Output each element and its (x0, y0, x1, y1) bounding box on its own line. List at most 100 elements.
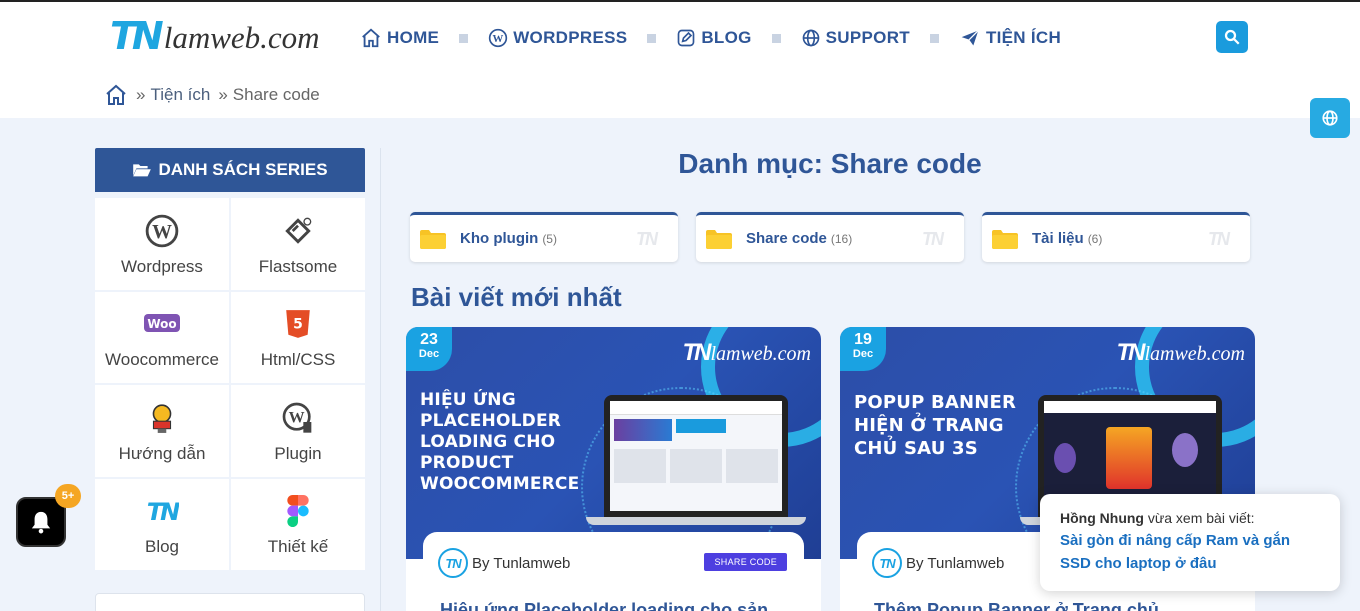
breadcrumb-tien-ich[interactable]: Tiện ích (150, 85, 210, 105)
series-item-label: Hướng dẫn (118, 443, 206, 463)
category-card-kho-plugin[interactable]: Kho plugin (5) TN (410, 212, 678, 262)
post-thumbnail[interactable]: 23 Dec TN lamweb.com HIỆU ỨNG PLACEHOLDE… (406, 327, 821, 559)
post-author[interactable]: TN By Tunlamweb (872, 548, 1004, 578)
series-item-wordpress[interactable]: W Wordpress (95, 198, 229, 290)
site-header: TN lamweb.com HOME W WORDPRESS BLOG SUPP… (0, 0, 1360, 118)
post-card[interactable]: 23 Dec TN lamweb.com HIỆU ỨNG PLACEHOLDE… (406, 327, 821, 611)
breadcrumb-separator: » (218, 85, 228, 104)
series-item-label: Html/CSS (260, 350, 336, 370)
nav-wordpress[interactable]: W WORDPRESS (488, 28, 627, 48)
toast-message: Hồng Nhung vừa xem bài viết: (1060, 510, 1320, 526)
category-name: Tài liệu (1032, 230, 1084, 247)
nav-separator (929, 33, 939, 43)
toast-action: vừa xem bài viết: (1143, 510, 1255, 526)
series-grid: W Wordpress Flastsome Woo Woocommerce 5 … (95, 198, 365, 570)
series-item-huong-dan[interactable]: Hướng dẫn (95, 385, 229, 477)
post-title[interactable]: Thêm Popup Banner ở Trang chủ (874, 600, 1159, 611)
tn-icon: TN (147, 498, 179, 524)
category-card-tai-lieu[interactable]: Tài liệu (6) TN (982, 212, 1250, 262)
series-item-blog[interactable]: TN Blog (95, 478, 229, 570)
wordpress-icon: W (145, 214, 179, 248)
category-card-share-code[interactable]: Share code (16) TN (696, 212, 964, 262)
nav-wordpress-label: WORDPRESS (513, 28, 628, 47)
breadcrumb-separator: » (136, 85, 146, 104)
series-item-thiet-ke[interactable]: Thiết kế (231, 478, 365, 570)
search-icon (1224, 29, 1240, 45)
category-name: Share code (746, 230, 827, 247)
date-month: Dec (852, 348, 874, 360)
laptop-illustration (604, 395, 788, 517)
thumbnail-logo-text: lamweb.com (1144, 343, 1245, 365)
nav-separator (459, 33, 469, 43)
wordpress-icon: W (489, 28, 508, 48)
category-watermark: TN (922, 229, 944, 249)
language-button[interactable] (1310, 98, 1350, 138)
breadcrumb: » Tiện ích » Share code (104, 83, 320, 107)
nav-support[interactable]: SUPPORT (801, 28, 910, 48)
svg-text:W: W (289, 409, 305, 426)
thumbnail-logo-text: lamweb.com (710, 343, 811, 365)
post-tag[interactable]: SHARE CODE (704, 553, 787, 571)
post-author[interactable]: TN By Tunlamweb (438, 548, 570, 578)
plugin-icon: W (282, 402, 312, 433)
thumbnail-logo-mark: TN (1116, 339, 1145, 366)
site-logo[interactable]: TN lamweb.com (110, 16, 320, 56)
nav-support-label: SUPPORT (825, 28, 910, 47)
date-badge: 23 Dec (406, 327, 452, 371)
thumbnail-logo: TN lamweb.com (682, 339, 811, 366)
home-icon[interactable] (104, 83, 128, 107)
category-count: (5) (542, 231, 557, 246)
series-item-label: Plugin (274, 443, 322, 463)
series-item-label: Wordpress (121, 256, 203, 276)
category-count: (6) (1087, 231, 1103, 246)
svg-text:W: W (493, 33, 504, 45)
svg-text:W: W (152, 221, 172, 243)
date-day: 19 (854, 331, 872, 348)
laptop-base (586, 517, 806, 525)
svg-text:5: 5 (293, 317, 303, 333)
sidebar-widget (95, 593, 365, 611)
nav-blog-label: BLOG (701, 28, 752, 47)
bell-icon (31, 511, 51, 534)
toast-post-link[interactable]: Sài gòn đi nâng cấp Ram và gắn SSD cho l… (1060, 529, 1320, 575)
author-name: By Tunlamweb (906, 554, 1005, 572)
post-title[interactable]: Hiệu ứng Placeholder loading cho sản (440, 600, 768, 611)
thumbnail-logo: TN lamweb.com (1116, 339, 1245, 366)
globe-icon (1322, 110, 1338, 126)
nav-separator (771, 33, 781, 43)
nav-tien-ich[interactable]: TIỆN ÍCH (959, 28, 1061, 48)
logo-mark: TN (110, 14, 164, 58)
globe-icon (802, 29, 820, 47)
thumbnail-logo-mark: TN (682, 339, 711, 366)
folder-open-icon (133, 164, 152, 177)
svg-text:Woo: Woo (147, 317, 176, 331)
category-count: (16) (830, 231, 853, 246)
svg-text:TN: TN (147, 498, 179, 524)
sidebar-divider (380, 148, 381, 611)
bulb-icon (152, 404, 172, 433)
folder-icon (992, 229, 1018, 249)
main-nav: HOME W WORDPRESS BLOG SUPPORT TIỆN ÍCH (360, 24, 1061, 52)
folder-icon (706, 229, 732, 249)
section-title: Bài viết mới nhất (411, 282, 622, 312)
folder-icon (420, 229, 446, 249)
series-item-plugin[interactable]: W Plugin (231, 385, 365, 477)
figma-icon (287, 495, 309, 528)
series-item-woocommerce[interactable]: Woo Woocommerce (95, 291, 229, 383)
thumbnail-title: POPUP BANNER HIỆN Ở TRANG CHỦ SAU 3S (854, 392, 1017, 459)
series-item-label: Flastsome (258, 256, 338, 276)
notification-badge: 5+ (55, 484, 81, 508)
home-icon (362, 28, 380, 48)
nav-blog[interactable]: BLOG (676, 28, 751, 48)
nav-tien-ich-label: TIỆN ÍCH (985, 28, 1062, 47)
series-item-html-css[interactable]: 5 Html/CSS (231, 291, 365, 383)
recent-view-toast: Hồng Nhung vừa xem bài viết: Sài gòn đi … (1040, 494, 1340, 591)
series-item-flatsome[interactable]: Flastsome (231, 198, 365, 290)
date-badge: 19 Dec (840, 327, 886, 371)
nav-home[interactable]: HOME (360, 27, 439, 49)
logo-text: lamweb.com (163, 20, 320, 55)
search-button[interactable] (1216, 21, 1248, 53)
series-item-label: Blog (144, 537, 180, 557)
date-day: 23 (420, 331, 438, 348)
author-avatar: TN (872, 548, 902, 578)
